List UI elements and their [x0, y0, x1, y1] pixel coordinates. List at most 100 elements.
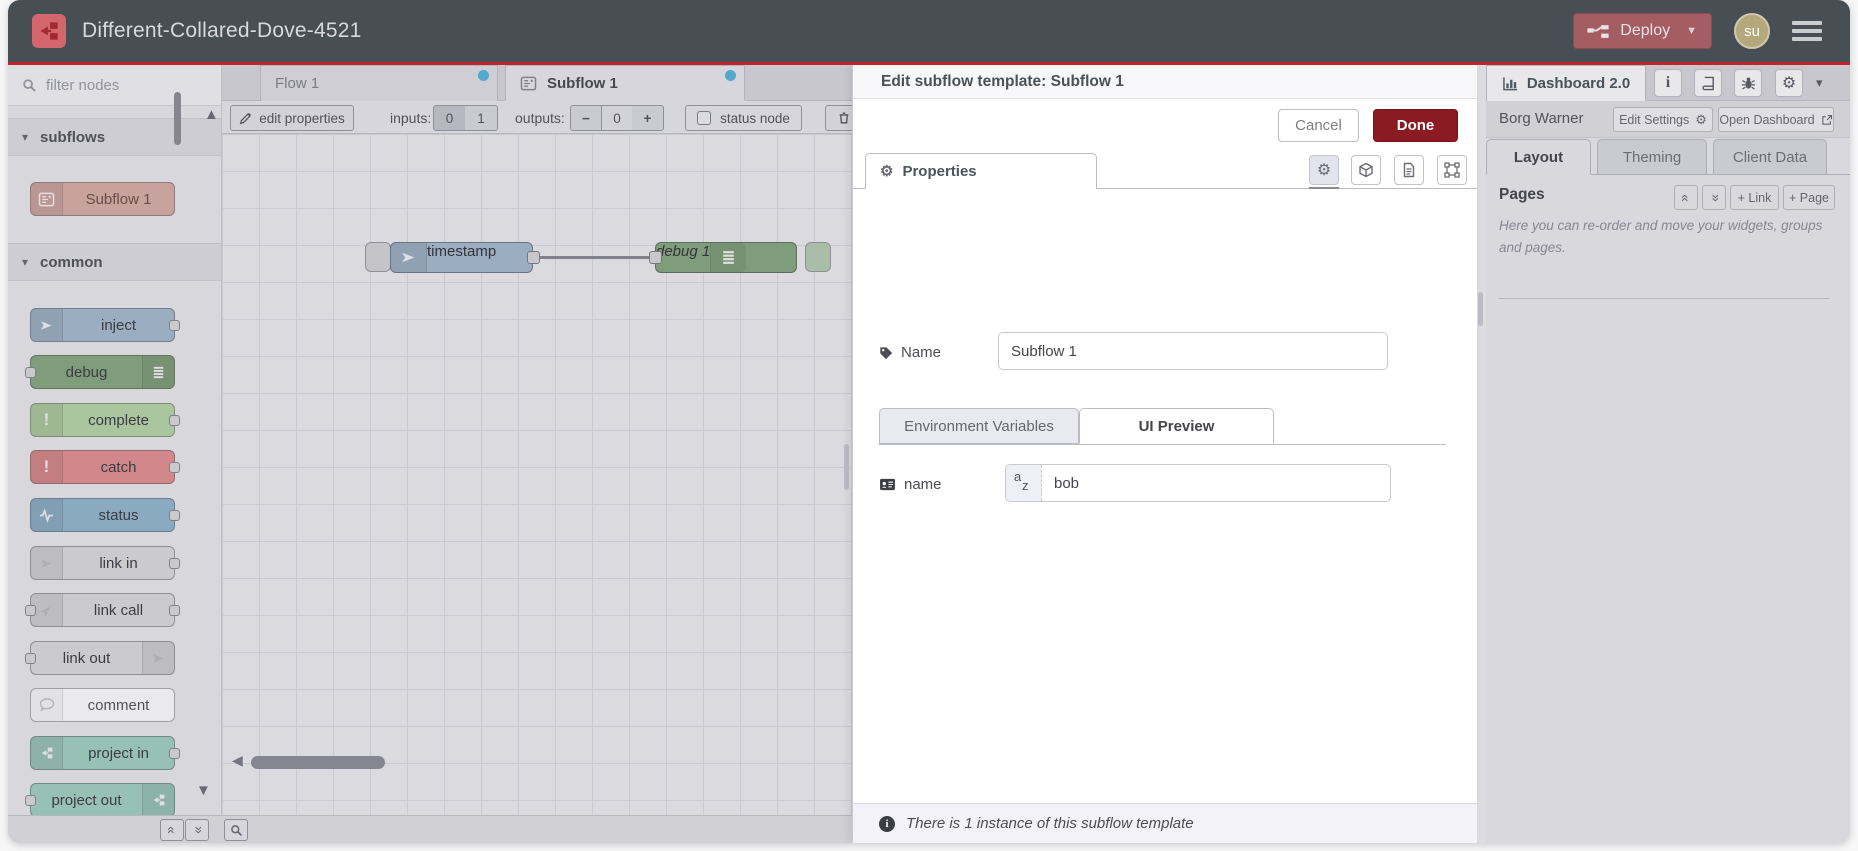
output-port[interactable]	[169, 462, 180, 473]
palette-search[interactable]: filter nodes	[8, 65, 221, 106]
user-avatar[interactable]: su	[1734, 13, 1770, 49]
output-port[interactable]	[527, 251, 540, 264]
palette-node-comment[interactable]: comment	[30, 688, 175, 722]
open-dashboard-button[interactable]: Open Dashboard	[1718, 107, 1834, 132]
palette-node-project-in[interactable]: project in	[30, 736, 180, 770]
palette-node-project-out[interactable]: project out	[25, 783, 175, 817]
palette-node-link-in[interactable]: link in	[30, 546, 180, 580]
palette-node-link-out[interactable]: link out	[25, 641, 175, 675]
help-tab-button[interactable]	[1694, 69, 1722, 97]
node-red-app-window: Different-Collared-Dove-4521 Deploy ▼ su…	[8, 0, 1850, 843]
status-node-checkbox[interactable]	[697, 111, 712, 125]
tray-toolbar: Cancel Done	[853, 99, 1477, 151]
main-menu-button[interactable]	[1792, 21, 1822, 41]
tab-dashboard-2[interactable]: Dashboard 2.0	[1486, 65, 1646, 101]
input-port[interactable]	[25, 367, 36, 378]
canvas-node-debug-1[interactable]: debug 1	[655, 242, 797, 273]
edit-properties-button[interactable]: edit properties	[230, 105, 354, 131]
output-port[interactable]	[169, 415, 180, 426]
palette-scrollbar-thumb[interactable]	[174, 92, 181, 145]
description-tab-button[interactable]	[1394, 155, 1424, 185]
scroll-left-icon[interactable]: ◀	[232, 752, 243, 769]
palette-scroll-down-icon[interactable]: ▼	[196, 782, 211, 799]
status-node-toggle[interactable]: status node	[685, 105, 802, 131]
wire[interactable]	[539, 256, 657, 259]
inputs-1-button[interactable]: 1	[465, 105, 498, 131]
palette-node-debug[interactable]: debug	[25, 355, 175, 389]
subflow-name-input[interactable]: Subflow 1	[998, 332, 1388, 370]
tab-ui-preview[interactable]: UI Preview	[1079, 408, 1274, 444]
subflow-input-stub[interactable]	[365, 242, 391, 272]
info-tab-button[interactable]: i	[1654, 69, 1682, 97]
tab-properties[interactable]: ⚙ Properties	[865, 153, 1097, 189]
palette-node-status[interactable]: status	[30, 498, 180, 532]
inputs-0-button[interactable]: 0	[433, 105, 466, 131]
done-button[interactable]: Done	[1373, 109, 1458, 142]
chevron-down-icon: ▾	[22, 255, 29, 269]
tab-theming[interactable]: Theming	[1597, 139, 1707, 175]
gear-icon: ⚙	[1695, 111, 1707, 127]
config-nodes-tab-button[interactable]: ⚙	[1775, 69, 1803, 97]
tag-icon	[879, 346, 893, 360]
add-link-button[interactable]: + Link	[1730, 185, 1779, 210]
subflow-output-stub[interactable]	[805, 242, 831, 272]
book-icon	[1701, 76, 1716, 91]
module-properties-tab-button[interactable]	[1351, 155, 1381, 185]
output-port[interactable]	[169, 320, 180, 331]
sidebar-resize-grip[interactable]	[1478, 292, 1483, 326]
collapse-pages-button[interactable]: «	[1674, 185, 1698, 210]
deploy-options-caret-icon[interactable]: ▼	[1686, 25, 1697, 37]
zoom-search-button[interactable]	[224, 819, 248, 841]
palette-node-subflow-1[interactable]: Subflow 1	[30, 182, 175, 216]
input-port[interactable]	[25, 605, 36, 616]
input-port[interactable]	[25, 795, 36, 806]
sidebar-options-caret-icon[interactable]: ▾	[1816, 75, 1823, 91]
appearance-tab-button[interactable]	[1437, 155, 1467, 185]
sidebar-separator[interactable]	[1477, 65, 1486, 843]
palette-scroll-up-icon[interactable]: ▲	[204, 106, 219, 123]
palette-node-complete[interactable]: ! complete	[30, 403, 180, 437]
deploy-button[interactable]: Deploy ▼	[1573, 13, 1712, 49]
expand-pages-button[interactable]: «	[1702, 185, 1726, 210]
collapse-all-categories-button[interactable]: «	[160, 819, 184, 841]
output-port[interactable]	[169, 510, 180, 521]
tab-environment-variables[interactable]: Environment Variables	[879, 408, 1079, 444]
outputs-label: outputs:	[515, 110, 565, 126]
edit-settings-button[interactable]: Edit Settings ⚙	[1613, 107, 1713, 132]
search-icon	[22, 78, 37, 93]
add-page-button[interactable]: + Page	[1783, 185, 1835, 210]
instance-count-text: There is 1 instance of this subflow temp…	[906, 815, 1194, 832]
properties-tab-icon-button[interactable]: ⚙	[1309, 155, 1339, 185]
palette-category-subflows[interactable]: ▾ subflows	[8, 118, 221, 156]
tab-client-data[interactable]: Client Data	[1713, 139, 1827, 175]
cancel-button[interactable]: Cancel	[1278, 109, 1359, 142]
canvas-horizontal-scrollbar[interactable]	[251, 756, 385, 769]
tray-resize-grip[interactable]	[844, 444, 849, 490]
expand-all-categories-button[interactable]: «	[185, 819, 209, 841]
input-port[interactable]	[25, 653, 36, 664]
appearance-icon	[1444, 162, 1460, 178]
tab-subflow-1[interactable]: Subflow 1	[505, 65, 745, 101]
chevron-down-icon: ▾	[22, 130, 29, 144]
canvas-node-timestamp[interactable]: timestamp	[390, 242, 533, 273]
tab-layout[interactable]: Layout	[1486, 139, 1591, 175]
palette-node-link-call[interactable]: link call	[25, 593, 180, 627]
output-port[interactable]	[169, 748, 180, 759]
output-port[interactable]	[169, 605, 180, 616]
bar-chart-icon	[1502, 76, 1519, 91]
outputs-decrement-button[interactable]: −	[570, 105, 602, 131]
env-name-value[interactable]: bob	[1042, 475, 1079, 492]
double-chevron-up-icon: «	[163, 826, 180, 834]
input-port[interactable]	[649, 251, 662, 264]
palette-category-common[interactable]: ▾ common	[8, 243, 221, 281]
string-type-button[interactable]: az	[1006, 465, 1042, 501]
palette-node-inject[interactable]: inject	[30, 308, 180, 342]
right-sidebar: Dashboard 2.0 i ⚙ ▾ Borg Warner Edit Set…	[1486, 65, 1850, 843]
tray-title: Edit subflow template: Subflow 1	[853, 65, 1477, 99]
output-port[interactable]	[169, 558, 180, 569]
outputs-increment-button[interactable]: +	[632, 105, 664, 131]
tab-flow-1[interactable]: Flow 1	[260, 65, 498, 101]
palette-node-catch[interactable]: ! catch	[30, 450, 180, 484]
pencil-icon	[239, 112, 252, 125]
debug-tab-button[interactable]	[1734, 69, 1762, 97]
